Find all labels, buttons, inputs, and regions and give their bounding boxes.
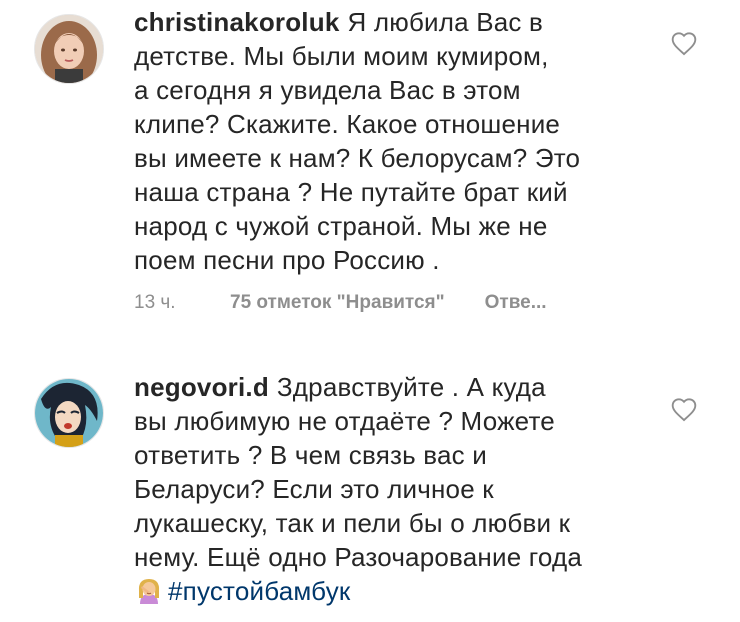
comment: christinakoroluk Я любила Вас в детстве. … <box>0 0 740 340</box>
comment-text-line: вы любимую не отдаёте ? Можете <box>134 406 555 436</box>
comment-username[interactable]: christinakoroluk <box>134 7 339 37</box>
likes-count[interactable]: 75 отметок "Нравится" <box>230 292 445 314</box>
comment-username[interactable]: negovori.d <box>134 372 269 402</box>
heart-outline-icon[interactable] <box>670 30 698 56</box>
reply-button[interactable]: Отве... <box>485 292 547 314</box>
comment-text-line: поем песни про Россию . <box>134 245 440 275</box>
comment-text-line: вы имеете к нам? К белорусам? Это <box>134 143 581 173</box>
comment-text-line: клипе? Скажите. Какое отношение <box>134 109 561 139</box>
avatar[interactable] <box>34 14 104 84</box>
heart-outline-icon[interactable] <box>670 396 698 422</box>
woman-facepalming-emoji <box>138 579 160 604</box>
comment-text-line: Я любила Вас в <box>347 7 544 37</box>
comment-text-line: наша страна ? Не путайте брат кий <box>134 177 568 207</box>
comment-text-line: нему. Ещё одно Разочарование года <box>134 542 583 572</box>
comment-body: christinakoroluk Я любила Вас в детстве. … <box>134 5 654 277</box>
comment: negovori.d Здравствуйте . А куда вы любим… <box>0 340 740 622</box>
comment-meta: 13 ч. 75 отметок "Нравится" Отве... <box>134 292 547 314</box>
comment-text-line: ответить ? В чем связь вас и <box>134 440 487 470</box>
comment-text-line: лукашеску, так и пели бы о любви к <box>134 508 571 538</box>
comment-time: 13 ч. <box>134 292 176 313</box>
comment-text-line: народ с чужой страной. Мы же не <box>134 211 548 241</box>
avatar[interactable] <box>34 378 104 448</box>
comment-text-line: Беларуси? Если это личное к <box>134 474 494 504</box>
hashtag-link[interactable]: #пустойбамбук <box>168 576 350 606</box>
comment-body: negovori.d Здравствуйте . А куда вы любим… <box>134 370 654 608</box>
comment-text-line: детстве. Мы были моим кумиром, <box>134 41 549 71</box>
comment-text-line: а сегодня я увидела Вас в этом <box>134 75 521 105</box>
comment-text-line: Здравствуйте . А куда <box>276 372 546 402</box>
